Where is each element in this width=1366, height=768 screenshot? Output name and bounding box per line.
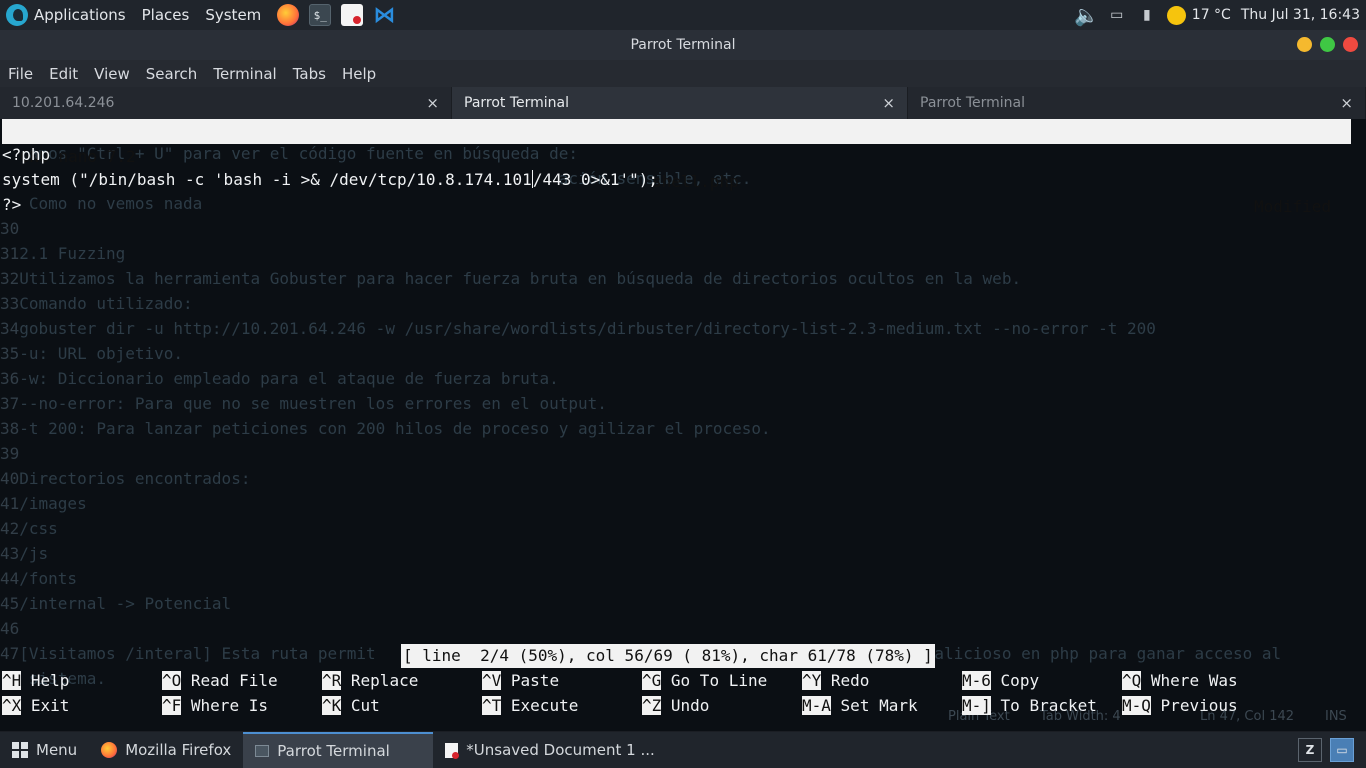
shortcut-read-file[interactable]: ^O Read File	[162, 670, 278, 692]
shortcut-paste[interactable]: ^V Paste	[482, 670, 559, 692]
shortcut-where-is[interactable]: ^F Where Is	[162, 695, 268, 717]
volume-icon[interactable]: 🔈	[1074, 3, 1099, 27]
tab-label: Parrot Terminal	[464, 95, 570, 111]
menu-tabs[interactable]: Tabs	[285, 65, 334, 83]
menu-search[interactable]: Search	[138, 65, 206, 83]
menu-file[interactable]: File	[0, 65, 41, 83]
shortcut-set-mark[interactable]: M-A Set Mark	[802, 695, 918, 717]
tab-label: 10.201.64.246	[12, 95, 115, 111]
shortcut-help[interactable]: ^H Help	[2, 670, 69, 692]
terminal-area[interactable]: amos "Ctrl + U" para ver el código fuent…	[0, 119, 1366, 731]
nano-modified-flag: Modified	[1253, 197, 1331, 216]
maximize-button[interactable]	[1320, 37, 1335, 52]
close-tab-icon[interactable]: ×	[426, 94, 439, 112]
shortcut-exit[interactable]: ^X Exit	[2, 695, 69, 717]
chat-icon[interactable]: ▭	[1107, 5, 1127, 25]
workspace-2-icon[interactable]: ▭	[1330, 738, 1354, 762]
shortcut-previous[interactable]: M-Q Previous	[1122, 695, 1238, 717]
menu-terminal[interactable]: Terminal	[205, 65, 284, 83]
terminal-icon	[255, 745, 270, 757]
top-panel: Applications Places System $_ ⋈ 🔈 ▭ ▮ 17…	[0, 0, 1366, 30]
vscode-icon[interactable]: ⋈	[373, 3, 395, 28]
nano-status-message: [ line 2/4 (50%), col 56/69 ( 81%), char…	[401, 644, 935, 668]
tab-label: Parrot Terminal	[920, 95, 1026, 111]
bottom-panel: Menu Mozilla Firefox Parrot Terminal *Un…	[0, 732, 1366, 768]
close-tab-icon[interactable]: ×	[1340, 94, 1353, 112]
menu-help[interactable]: Help	[334, 65, 384, 83]
tab-parrot-terminal-active[interactable]: Parrot Terminal ×	[452, 87, 908, 119]
window-titlebar[interactable]: Parrot Terminal	[0, 30, 1366, 60]
temperature[interactable]: 17 °C	[1192, 7, 1231, 23]
clock[interactable]: Thu Jul 31, 16:43	[1241, 7, 1360, 23]
close-tab-icon[interactable]: ×	[882, 94, 895, 112]
shortcut-undo[interactable]: ^Z Undo	[642, 695, 709, 717]
system-menu[interactable]: System	[205, 6, 261, 24]
text-editor-icon	[445, 742, 460, 759]
workspace-1-icon[interactable]: Z	[1298, 738, 1322, 762]
shortcut-go-to-line[interactable]: ^G Go To Line	[642, 670, 767, 692]
menu-edit[interactable]: Edit	[41, 65, 86, 83]
code-line-2[interactable]: system ("/bin/bash -c 'bash -i >& /dev/t…	[2, 170, 658, 189]
task-label: *Unsaved Document 1 ...	[466, 741, 655, 759]
code-line-3[interactable]: ?>	[2, 195, 21, 214]
taskbar-unsaved-document[interactable]: *Unsaved Document 1 ...	[433, 732, 666, 768]
taskbar-parrot-terminal[interactable]: Parrot Terminal	[243, 732, 434, 768]
tab-bar: 10.201.64.246 × Parrot Terminal × Parrot…	[0, 87, 1366, 119]
shortcut-copy[interactable]: M-6 Copy	[962, 670, 1039, 692]
shortcut-where-was[interactable]: ^Q Where Was	[1122, 670, 1238, 692]
applications-label: Applications	[34, 6, 126, 24]
weather-sun-icon[interactable]	[1166, 5, 1186, 25]
shortcut-replace[interactable]: ^R Replace	[322, 670, 418, 692]
nano-filename: shell.php	[652, 172, 739, 191]
menubar: File Edit View Search Terminal Tabs Help	[0, 60, 1366, 87]
applications-menu[interactable]: Applications	[0, 4, 126, 26]
shortcut-execute[interactable]: ^T Execute	[482, 695, 578, 717]
menu-view[interactable]: View	[86, 65, 138, 83]
shortcut-to-bracket[interactable]: M-] To Bracket	[962, 695, 1097, 717]
close-window-button[interactable]	[1343, 37, 1358, 52]
battery-icon[interactable]: ▮	[1137, 5, 1157, 25]
code-line-1[interactable]: <?php	[2, 145, 50, 164]
text-editor-icon[interactable]	[341, 4, 364, 26]
parrot-logo-icon	[6, 4, 28, 26]
menu-grid-icon	[12, 742, 28, 758]
firefox-icon	[101, 742, 118, 758]
tab-parrot-terminal[interactable]: Parrot Terminal ×	[908, 87, 1366, 119]
taskbar-firefox[interactable]: Mozilla Firefox	[89, 732, 243, 768]
tab-ssh-host[interactable]: 10.201.64.246 ×	[0, 87, 452, 119]
task-label: Mozilla Firefox	[125, 741, 232, 759]
terminal-icon[interactable]: $_	[309, 4, 332, 26]
window-title: Parrot Terminal	[630, 37, 736, 53]
nano-header: GNU nano 7.2 shell.php Modified	[2, 119, 1351, 216]
task-label: Parrot Terminal	[277, 742, 390, 760]
firefox-icon[interactable]	[277, 4, 300, 26]
shortcut-cut[interactable]: ^K Cut	[322, 695, 380, 717]
menu-label: Menu	[36, 741, 78, 759]
places-menu[interactable]: Places	[142, 6, 190, 24]
minimize-button[interactable]	[1297, 37, 1312, 52]
shortcut-redo[interactable]: ^Y Redo	[802, 670, 869, 692]
menu-button[interactable]: Menu	[0, 732, 89, 768]
